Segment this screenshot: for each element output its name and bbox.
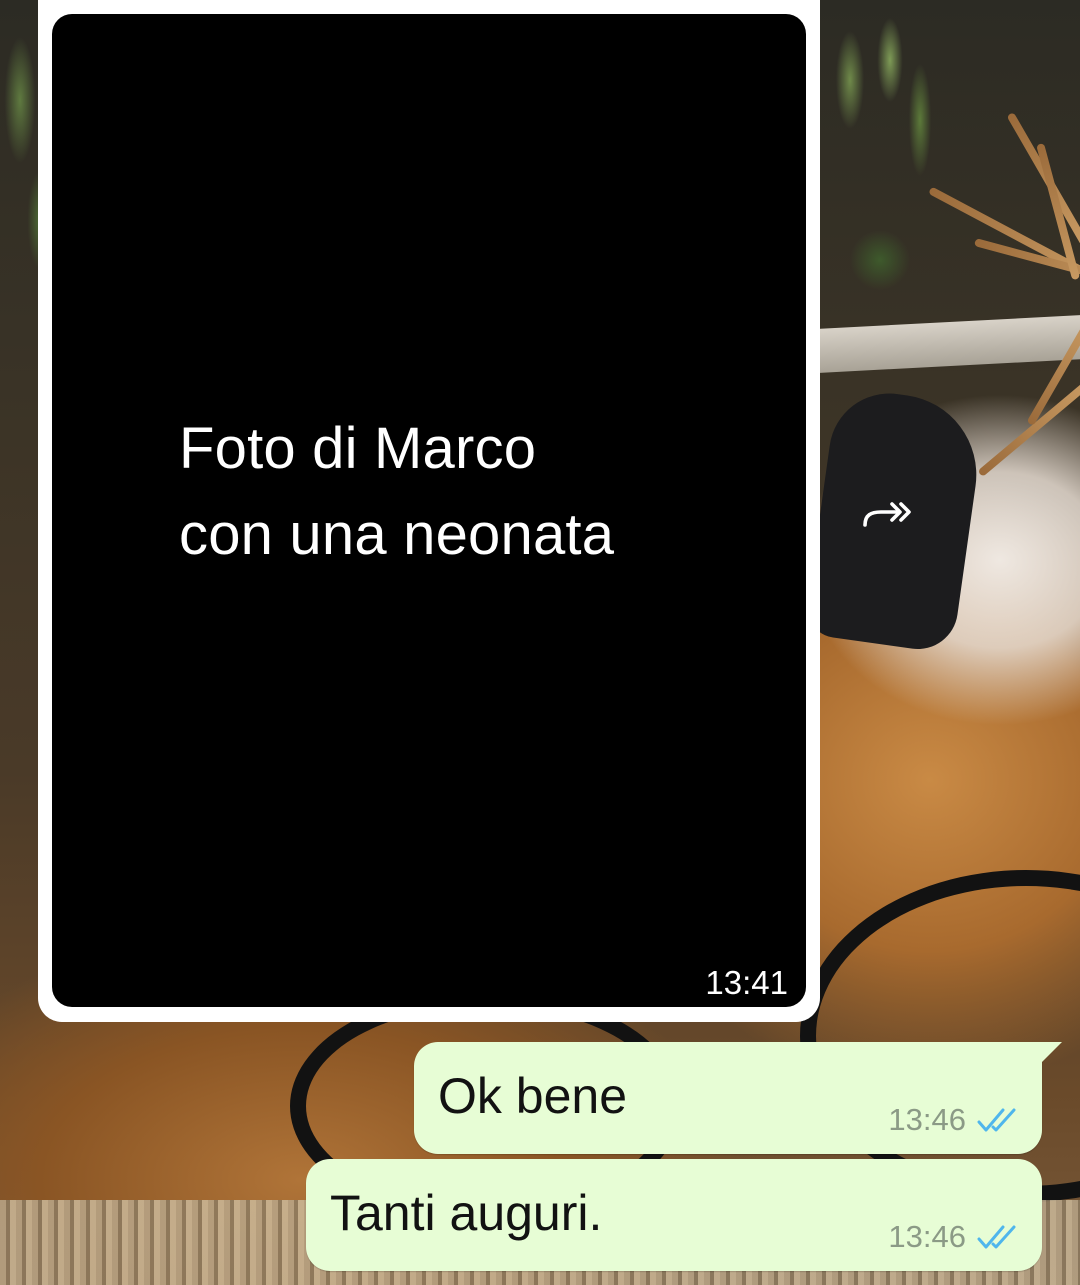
forward-icon [863,502,911,527]
double-check-icon [976,1105,1022,1135]
bubble-tail [1040,1042,1062,1064]
forward-button[interactable] [856,488,924,536]
wallpaper-plant [820,0,940,320]
message-time: 13:46 [888,1219,966,1254]
message-time: 13:46 [888,1102,966,1137]
incoming-image-message[interactable]: Foto di Marco con una neonata 13:41 [38,0,820,1022]
outgoing-message[interactable]: Ok bene 13:46 [414,1042,1062,1154]
image-caption-line: Foto di Marco [179,416,537,481]
outgoing-message[interactable]: Tanti auguri. 13:46 [306,1159,1042,1271]
message-time: 13:41 [705,964,788,1001]
wallpaper-stick [977,380,1080,478]
image-caption-line: con una neonata [179,502,615,567]
message-meta: 13:46 [888,1102,1022,1138]
message-meta: 13:46 [888,1219,1022,1255]
double-check-icon [976,1222,1022,1252]
image-thumbnail[interactable]: Foto di Marco con una neonata 13:41 [52,14,806,1007]
image-caption: Foto di Marco con una neonata [179,406,614,578]
message-text: Ok bene [438,1068,628,1124]
wallpaper-stick [1006,112,1080,246]
wallpaper-shelf [799,314,1080,374]
message-text: Tanti auguri. [330,1185,603,1241]
